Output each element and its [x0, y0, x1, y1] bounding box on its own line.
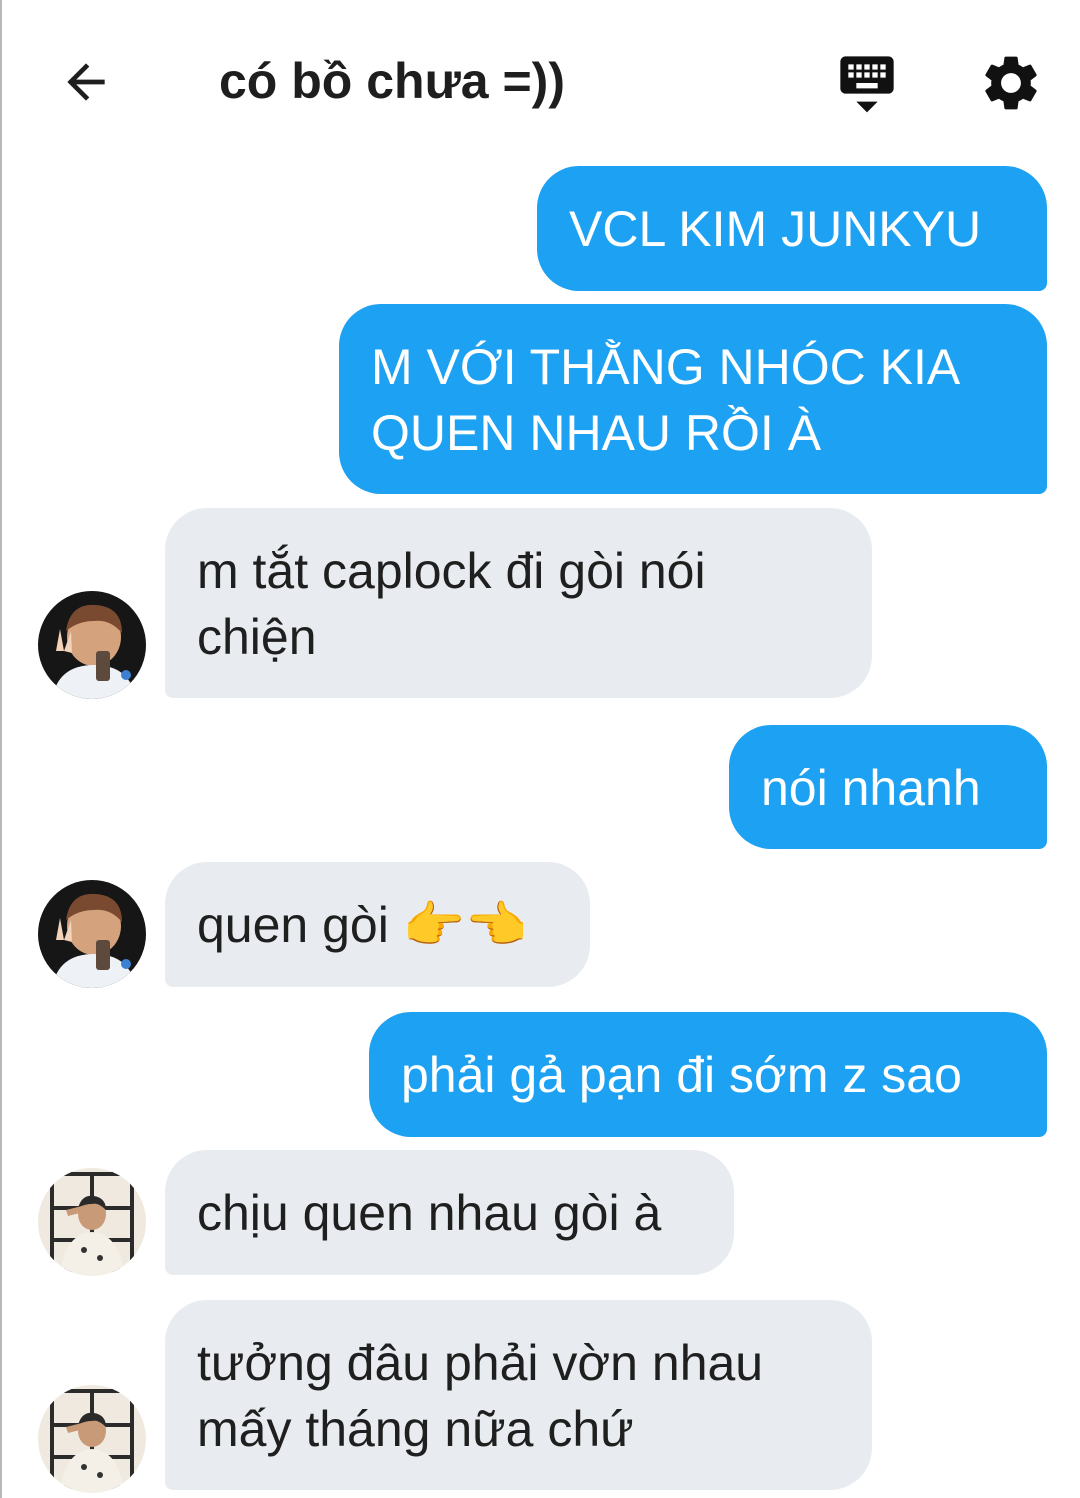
- avatar[interactable]: [38, 1168, 146, 1276]
- back-button[interactable]: [50, 46, 122, 118]
- contact-photo: [38, 591, 146, 699]
- message-text: QUEN NHAU RỒI À: [371, 405, 822, 461]
- message-text: chịu quen nhau gòi à: [197, 1185, 662, 1241]
- gear-icon: [985, 56, 1037, 110]
- message-bubble-sent[interactable]: VCL KIM JUNKYU: [537, 166, 1047, 291]
- avatar[interactable]: [38, 1385, 146, 1493]
- keyboard-icon: [840, 56, 894, 113]
- message-text: m tắt caplock đi gòi nói: [197, 543, 706, 599]
- message-text: VCL KIM JUNKYU: [569, 201, 982, 257]
- message-text: M VỚI THẰNG NHÓC KIA: [371, 339, 961, 395]
- arrow-left-icon: [67, 63, 105, 101]
- avatar[interactable]: [38, 591, 146, 699]
- keyboard-button[interactable]: [828, 44, 906, 122]
- message-bubble-received[interactable]: tưởng đâu phải vờn nhau mấy tháng nữa ch…: [165, 1300, 872, 1490]
- message-text: phải gả pạn đi sớm z sao: [401, 1047, 962, 1103]
- chat-header: có bồ chưa =)): [2, 0, 1080, 160]
- message-bubble-received[interactable]: quen gòi 👉👈: [165, 862, 590, 987]
- message-bubble-sent[interactable]: phải gả pạn đi sớm z sao: [369, 1012, 1047, 1137]
- message-text: mấy tháng nữa chứ: [197, 1401, 634, 1457]
- contact-photo: [38, 1168, 146, 1276]
- message-bubble-sent[interactable]: M VỚI THẰNG NHÓC KIA QUEN NHAU RỒI À: [339, 304, 1047, 494]
- contact-photo: [38, 880, 146, 988]
- message-bubble-sent[interactable]: nói nhanh: [729, 725, 1047, 849]
- message-text: tưởng đâu phải vờn nhau: [197, 1335, 764, 1391]
- message-text: chiện: [197, 609, 317, 665]
- message-bubble-received[interactable]: chịu quen nhau gòi à: [165, 1150, 734, 1275]
- contact-photo: [38, 1385, 146, 1493]
- avatar[interactable]: [38, 880, 146, 988]
- message-bubble-received[interactable]: m tắt caplock đi gòi nói chiện: [165, 508, 872, 698]
- message-text: quen gòi 👉👈: [197, 897, 528, 953]
- chat-screen: có bồ chưa =)) VCL KIM JUNKYU M VỚI THẰN…: [0, 0, 1080, 1498]
- message-text: nói nhanh: [761, 760, 981, 816]
- settings-button[interactable]: [972, 44, 1050, 122]
- conversation-title[interactable]: có bồ chưa =)): [219, 48, 565, 114]
